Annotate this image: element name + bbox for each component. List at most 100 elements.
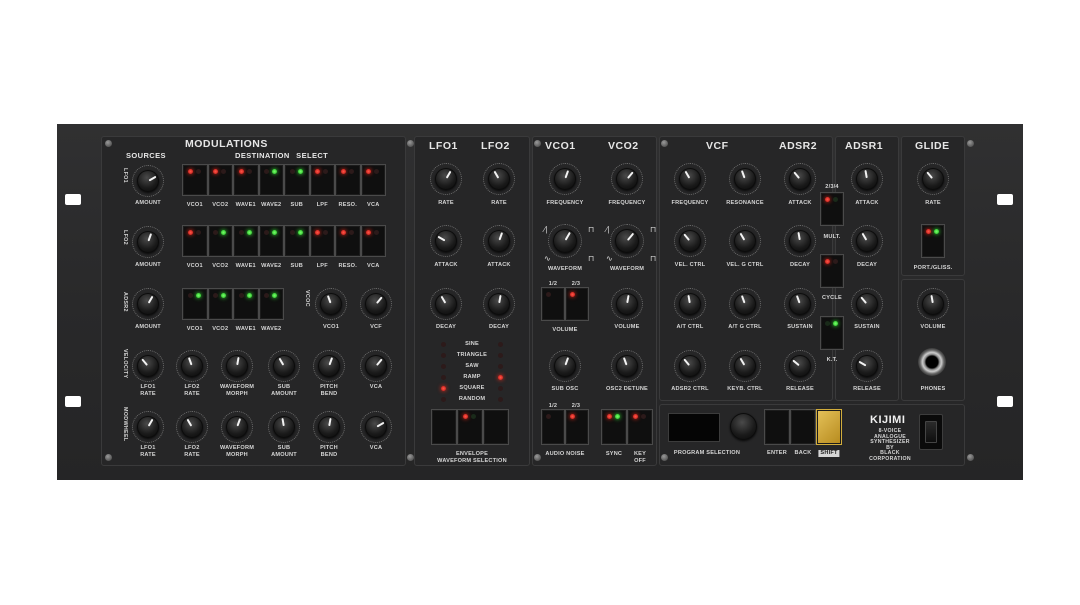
- row4-2-knob[interactable]: [226, 355, 248, 377]
- adsr2-attack-knob[interactable]: [789, 168, 811, 190]
- row4-5-knob[interactable]: [365, 355, 387, 377]
- adsr1-attack-knob[interactable]: [856, 168, 878, 190]
- shift-button[interactable]: [816, 409, 842, 445]
- knob-pointer: [498, 294, 502, 304]
- waveform-symbol-icon: ⊓: [588, 254, 595, 263]
- dest-button-r3-wave2[interactable]: [258, 288, 284, 320]
- lfo1-decay-knob[interactable]: [435, 293, 457, 315]
- dest-button-r1-vco2[interactable]: [207, 164, 233, 196]
- env-select-button-3[interactable]: [483, 409, 509, 445]
- adsr2-decay-knob[interactable]: [789, 230, 811, 252]
- adsr1-decay-knob[interactable]: [856, 230, 878, 252]
- knob-pointer: [622, 356, 628, 366]
- vco2-volume-knob[interactable]: [616, 293, 638, 315]
- dest-button-r2-wave2[interactable]: [258, 225, 284, 257]
- lfo2-rate-knob[interactable]: [488, 168, 510, 190]
- row5-3-knob[interactable]: [273, 416, 295, 438]
- sub-osc-knob[interactable]: [554, 355, 576, 377]
- kt-button[interactable]: [820, 316, 844, 350]
- row4-4-knob[interactable]: [318, 355, 340, 377]
- sync-button[interactable]: [601, 409, 627, 445]
- vco2-waveform-knob[interactable]: [615, 229, 639, 253]
- dest-button-r1-vco1[interactable]: [182, 164, 208, 196]
- enter-button[interactable]: [764, 409, 790, 445]
- led-off: [546, 414, 551, 419]
- program-encoder-knob[interactable]: [730, 413, 757, 440]
- port-gliss-button[interactable]: [921, 224, 945, 258]
- at-ctrl-knob[interactable]: [679, 293, 701, 315]
- lfo2-attack-knob[interactable]: [488, 230, 510, 252]
- lfo2-decay-knob[interactable]: [488, 293, 510, 315]
- dest-button-r3-wave1[interactable]: [233, 288, 259, 320]
- row5-0-knob[interactable]: [137, 416, 159, 438]
- dest-button-r3-vco2[interactable]: [207, 288, 233, 320]
- dest-button-r2-vco2[interactable]: [207, 225, 233, 257]
- vcf-frequency-knob[interactable]: [679, 168, 701, 190]
- dest-button-r1-sub[interactable]: [284, 164, 310, 196]
- dest-button-r1-wave2[interactable]: [258, 164, 284, 196]
- volume-knob[interactable]: [922, 293, 944, 315]
- row4-3-knob[interactable]: [273, 355, 295, 377]
- lfo1-amount-knob[interactable]: [137, 170, 159, 192]
- program-display: [668, 413, 720, 442]
- vco1-vol-sel-b[interactable]: [565, 287, 589, 321]
- vel-ctrl-knob[interactable]: [679, 230, 701, 252]
- vco1-vol-sel-a[interactable]: [541, 287, 565, 321]
- power-rocker[interactable]: [925, 421, 937, 443]
- dest-button-r2-lpf[interactable]: [309, 225, 335, 257]
- dest-button-r1-wave1[interactable]: [233, 164, 259, 196]
- row5-5-knob[interactable]: [365, 416, 387, 438]
- lfo2-amount-knob[interactable]: [137, 231, 159, 253]
- knob-pointer: [493, 170, 500, 179]
- vcf-resonance-knob[interactable]: [734, 168, 756, 190]
- vel-g-ctrl-knob[interactable]: [734, 230, 756, 252]
- noise-sel-a[interactable]: [541, 409, 565, 445]
- vcoc-vco1-knob[interactable]: [320, 293, 342, 315]
- glide-rate-knob[interactable]: [922, 168, 944, 190]
- power-switch[interactable]: [919, 414, 943, 450]
- back-button[interactable]: [790, 409, 816, 445]
- dest-button-r3-vco1[interactable]: [182, 288, 208, 320]
- knob-pointer: [684, 170, 691, 179]
- vco1-frequency-knob[interactable]: [554, 168, 576, 190]
- noise-sel-b[interactable]: [565, 409, 589, 445]
- row5-4-knob[interactable]: [318, 416, 340, 438]
- dest-button-r2-sub[interactable]: [284, 225, 310, 257]
- dest-button-r1-reso[interactable]: [335, 164, 361, 196]
- dest-button-r1-lpf[interactable]: [309, 164, 335, 196]
- lfo1-rate-knob[interactable]: [435, 168, 457, 190]
- row4-1-knob[interactable]: [181, 355, 203, 377]
- keyb-ctrl-knob[interactable]: [734, 355, 756, 377]
- adsr1-release-knob[interactable]: [856, 355, 878, 377]
- sel-234-button[interactable]: [820, 192, 844, 226]
- dest-button-r2-reso[interactable]: [335, 225, 361, 257]
- key-off-button[interactable]: [627, 409, 653, 445]
- env-select-button-1[interactable]: [431, 409, 457, 445]
- adsr1-sustain-knob[interactable]: [856, 293, 878, 315]
- knob-pointer: [792, 359, 801, 367]
- vco2-frequency-knob[interactable]: [616, 168, 638, 190]
- env-select-button-2[interactable]: [457, 409, 483, 445]
- at-g-ctrl-knob[interactable]: [734, 293, 756, 315]
- cycle-button[interactable]: [820, 254, 844, 288]
- lfo1-attack-knob[interactable]: [435, 230, 457, 252]
- vcoc-vcf-knob[interactable]: [365, 293, 387, 315]
- vco1-waveform-knob[interactable]: [553, 229, 577, 253]
- dest-button-r2-wave1[interactable]: [233, 225, 259, 257]
- phones-jack[interactable]: [918, 348, 946, 376]
- adsr2-amount-knob[interactable]: [137, 293, 159, 315]
- adsr2-ctrl-knob[interactable]: [679, 355, 701, 377]
- dest-button-r2-vca[interactable]: [360, 225, 386, 257]
- osc2-detune-knob[interactable]: [616, 355, 638, 377]
- dest-button-r1-vca[interactable]: [360, 164, 386, 196]
- row5-1-knob[interactable]: [181, 416, 203, 438]
- dest-button-r2-vco1[interactable]: [182, 225, 208, 257]
- dest-label-wave1: WAVE1: [235, 326, 256, 332]
- glide-header: GLIDE: [915, 140, 950, 152]
- adsr2-sustain-knob[interactable]: [789, 293, 811, 315]
- led-off: [825, 321, 830, 326]
- row5-2-knob[interactable]: [226, 416, 248, 438]
- adsr2-release-knob[interactable]: [789, 355, 811, 377]
- knob-pointer: [861, 232, 868, 241]
- row4-0-knob[interactable]: [137, 355, 159, 377]
